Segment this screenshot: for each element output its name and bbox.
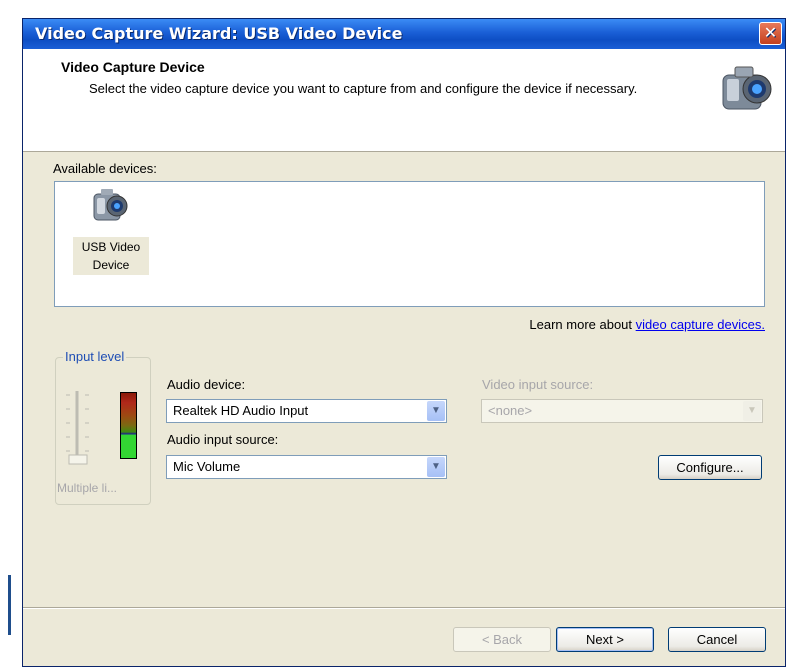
chevron-down-icon: ▼ [743,401,761,421]
input-level-footer: Multiple li... [57,481,118,495]
back-button[interactable]: < Back [453,627,551,652]
device-list[interactable]: USB Video Device [54,181,765,307]
audio-input-source-select[interactable]: Mic Volume ▼ [166,455,447,479]
audio-device-select[interactable]: Realtek HD Audio Input ▼ [166,399,447,423]
learn-more-text: Learn more about video capture devices. [529,317,765,332]
chevron-down-icon[interactable]: ▼ [427,457,445,477]
video-input-source-value: <none> [488,403,533,418]
header-description: Select the video capture device you want… [89,81,638,96]
video-camera-icon [722,66,772,110]
bottom-divider [23,607,785,609]
audio-input-source-value: Mic Volume [173,459,241,474]
device-item-label: USB Video Device [73,237,149,275]
device-item-usb-video[interactable]: USB Video Device [73,188,149,275]
background-edge-mark [8,575,11,635]
header-title: Video Capture Device [61,59,205,75]
wizard-window: Video Capture Wizard: USB Video Device ✕… [22,18,786,667]
window-title: Video Capture Wizard: USB Video Device [35,24,403,43]
input-level-meter [120,392,137,459]
configure-button[interactable]: Configure... [658,455,762,480]
learn-more-prefix: Learn more about [529,317,636,332]
input-level-slider[interactable] [63,387,103,467]
audio-input-source-label: Audio input source: [167,432,279,447]
available-devices-label: Available devices: [53,161,157,176]
learn-more-link[interactable]: video capture devices. [636,317,765,332]
video-input-source-select: <none> ▼ [481,399,763,423]
video-input-source-label: Video input source: [482,377,594,392]
close-icon[interactable]: ✕ [759,22,782,45]
webcam-icon [93,189,128,221]
next-button[interactable]: Next > [556,627,654,652]
chevron-down-icon[interactable]: ▼ [427,401,445,421]
audio-device-label: Audio device: [167,377,246,392]
cancel-button[interactable]: Cancel [668,627,766,652]
input-level-title: Input level [63,349,127,364]
title-bar[interactable]: Video Capture Wizard: USB Video Device ✕ [23,19,785,49]
audio-device-value: Realtek HD Audio Input [173,403,309,418]
wizard-header: Video Capture Device Select the video ca… [23,49,785,152]
